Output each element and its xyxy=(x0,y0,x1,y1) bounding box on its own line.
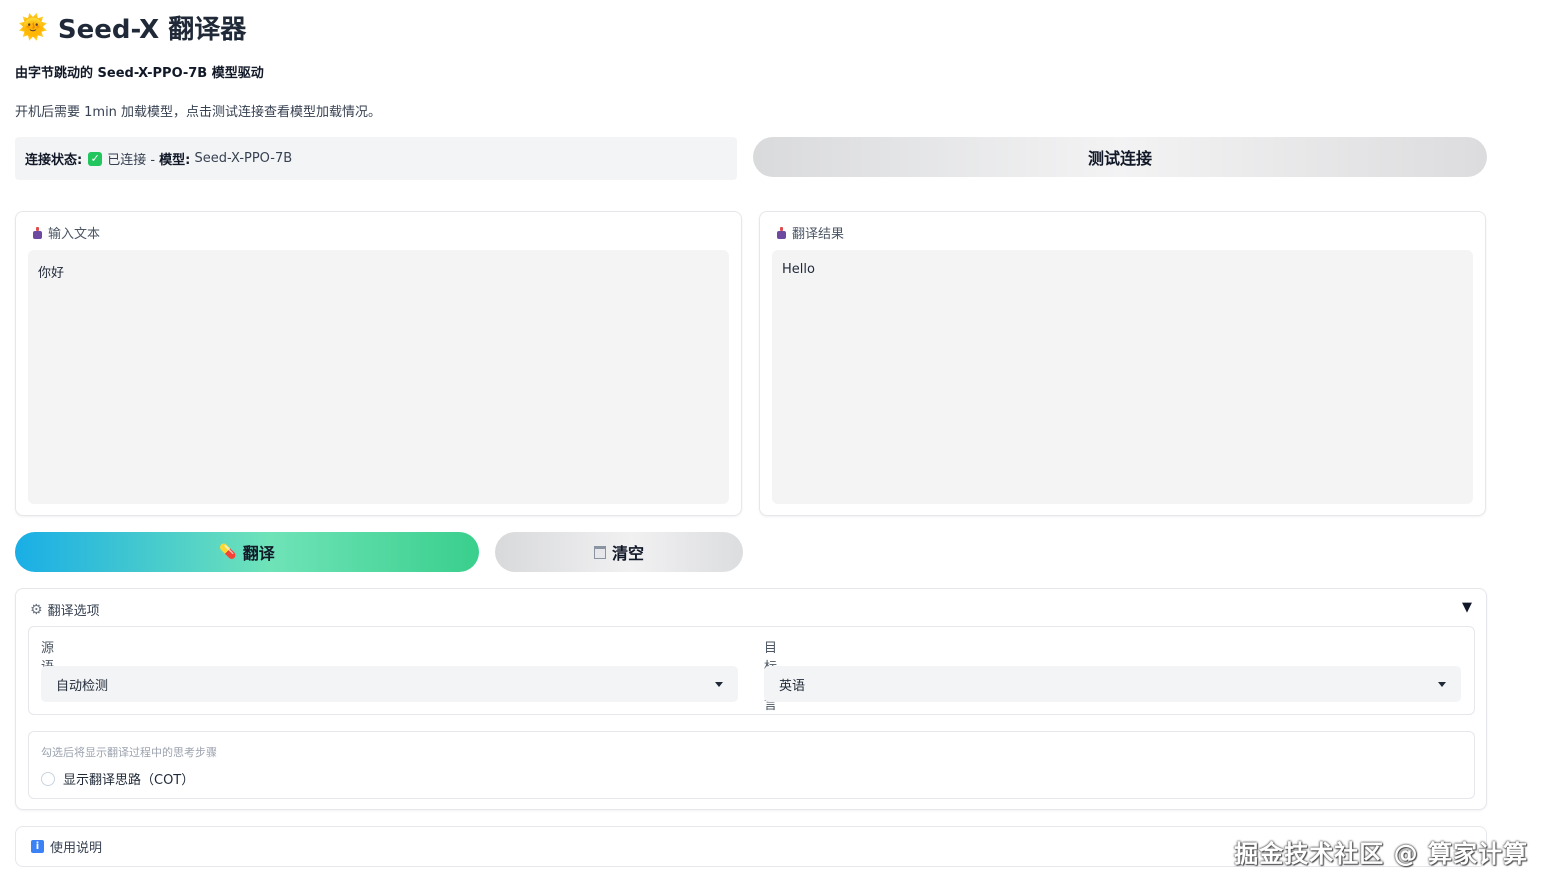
page: 🌞 Seed-X 翻译器 由字节跳动的 Seed-X-PPO-7B 模型驱动 开… xyxy=(0,0,1552,889)
output-panel: 翻译结果 Hello xyxy=(759,211,1486,516)
clear-button-label: 清空 xyxy=(611,544,644,563)
chevron-down-icon xyxy=(715,681,723,687)
output-label: 翻译结果 xyxy=(776,223,844,242)
options-title: 翻译选项 xyxy=(47,604,100,619)
connection-status: 连接状态: ✓ 已连接 - 模型: Seed-X-PPO-7B xyxy=(15,137,737,180)
input-label-text: 输入文本 xyxy=(48,227,101,242)
input-panel: 输入文本 你好 xyxy=(15,211,742,516)
target-language-value: 英语 xyxy=(779,678,806,694)
status-connected: 已连接 - xyxy=(107,153,156,168)
translate-button[interactable]: 💊 翻译 xyxy=(15,532,479,572)
input-label: 输入文本 xyxy=(32,223,100,242)
cot-option: 勾选后将显示翻译过程中的思考步骤 显示翻译思路（COT） xyxy=(28,731,1475,799)
model-label: 模型: xyxy=(159,153,191,168)
pill-icon: 💊 xyxy=(219,544,237,560)
app-title-text: Seed-X 翻译器 xyxy=(57,14,247,45)
trash-icon xyxy=(593,545,606,559)
source-language-select[interactable]: 自动检测 xyxy=(41,666,738,702)
collapse-caret-icon[interactable]: ▼ xyxy=(1462,600,1472,615)
source-language-value: 自动检测 xyxy=(56,678,109,694)
app-title: 🌞 Seed-X 翻译器 xyxy=(18,10,247,45)
robot-icon xyxy=(776,226,787,239)
output-label-text: 翻译结果 xyxy=(792,227,845,242)
cot-label: 显示翻译思路（COT） xyxy=(63,773,195,788)
watermark: 掘金技术社区 @ 算家计算 xyxy=(1234,840,1528,868)
cot-checkbox[interactable] xyxy=(41,771,55,786)
check-icon: ✓ xyxy=(88,151,103,166)
translate-button-label: 翻译 xyxy=(242,544,275,563)
target-language-select[interactable]: 英语 xyxy=(764,666,1461,702)
output-textarea[interactable]: Hello xyxy=(772,250,1473,504)
subtitle: 由字节跳动的 Seed-X-PPO-7B 模型驱动 xyxy=(15,66,264,81)
input-textarea[interactable]: 你好 xyxy=(28,250,729,504)
clear-button[interactable]: 清空 xyxy=(495,532,743,572)
chevron-down-icon xyxy=(1438,681,1446,687)
test-connection-button[interactable]: 测试连接 xyxy=(753,137,1487,177)
model-value: Seed-X-PPO-7B xyxy=(194,151,293,166)
gear-icon: ⚙ xyxy=(30,601,43,618)
options-header[interactable]: ⚙ 翻译选项 xyxy=(30,600,100,620)
status-label: 连接状态: xyxy=(25,153,83,168)
info-icon: i xyxy=(31,840,44,853)
cot-hint: 勾选后将显示翻译过程中的思考步骤 xyxy=(41,746,217,759)
usage-label: 使用说明 xyxy=(50,841,103,856)
robot-icon xyxy=(32,226,43,239)
sun-icon: 🌞 xyxy=(18,13,48,41)
translation-options: ⚙ 翻译选项 ▼ 源语言 自动检测 目标语言 英语 勾选后将显示翻译过程中的思考 xyxy=(15,588,1487,810)
cot-checkbox-row[interactable]: 显示翻译思路（COT） xyxy=(41,769,194,788)
language-selectors: 源语言 自动检测 目标语言 英语 xyxy=(28,626,1475,715)
load-note: 开机后需要 1min 加载模型，点击测试连接查看模型加载情况。 xyxy=(15,105,382,120)
